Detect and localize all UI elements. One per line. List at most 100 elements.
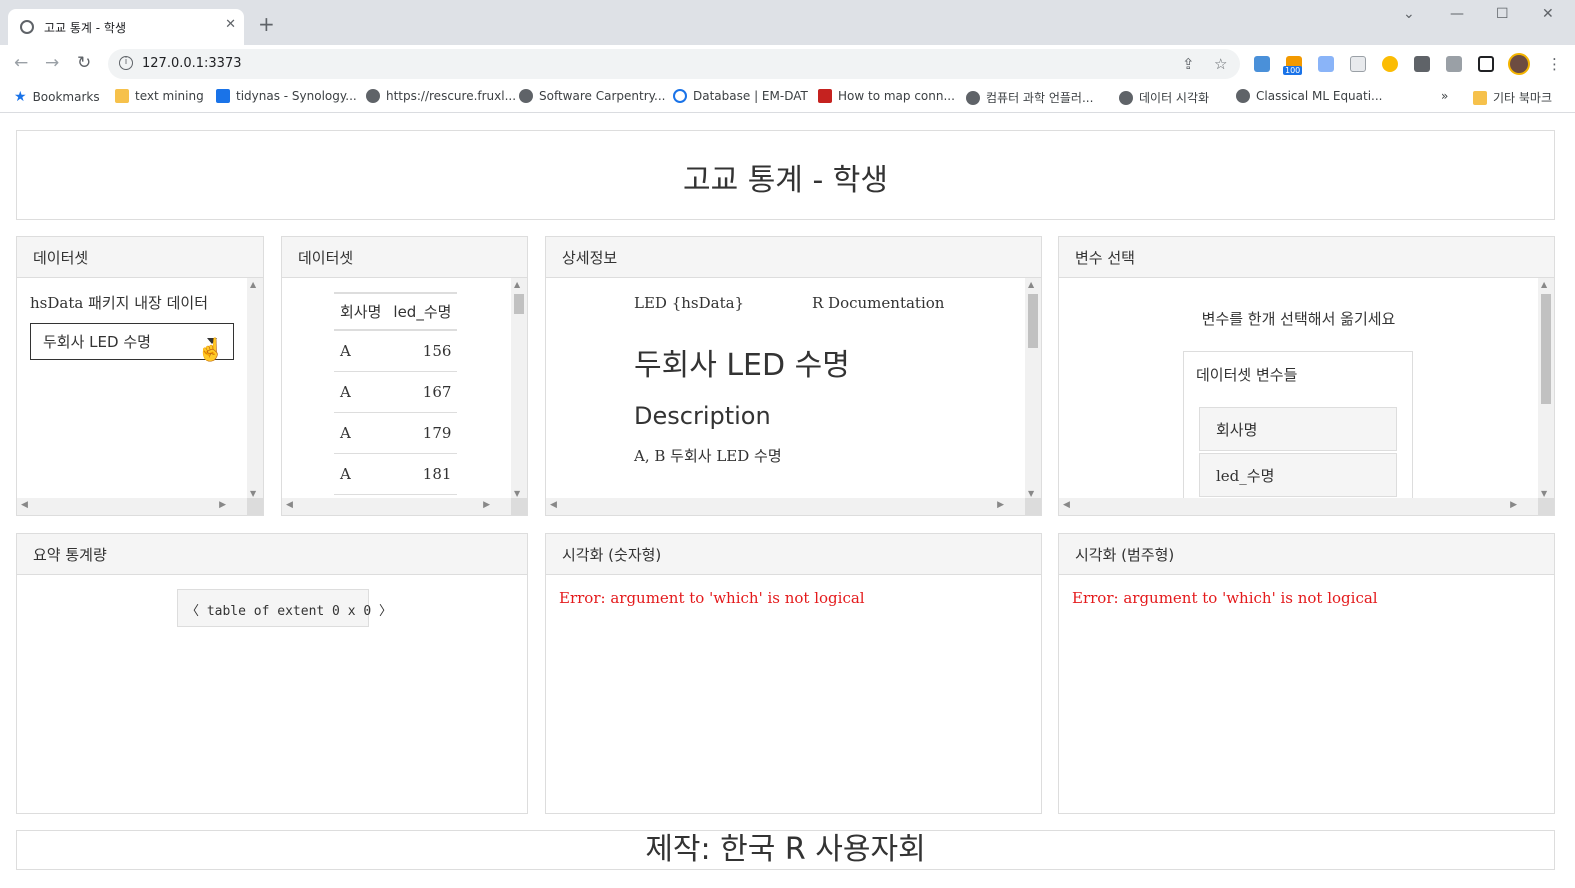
scroll-left-icon[interactable]: ◀ (286, 500, 293, 510)
scroll-left-icon[interactable]: ◀ (550, 500, 557, 510)
reading-list-icon[interactable] (1446, 56, 1462, 72)
vertical-scrollbar[interactable]: ▲ ▼ (1025, 278, 1041, 500)
tab-close-icon[interactable]: ✕ (225, 17, 236, 32)
url-bar[interactable]: i 127.0.0.1:3373 ⇪ ☆ (108, 49, 1240, 79)
tab-search-icon[interactable]: ⌄ (1403, 6, 1415, 22)
other-bookmarks[interactable]: 기타 북마크 (1473, 89, 1552, 106)
dataset-select-value: 두회사 LED 수명 (43, 333, 151, 351)
footer-text: 제작: 한국 R 사용자회 (645, 832, 926, 867)
globe-icon (519, 89, 533, 103)
panel-body: 〈 table of extent 0 x 0 〉 (17, 575, 527, 813)
vertical-scrollbar[interactable]: ▲ ▼ (247, 278, 263, 500)
scrollbar-thumb[interactable] (1028, 294, 1038, 348)
variable-item[interactable]: 회사명 (1199, 407, 1397, 451)
scroll-up-icon[interactable]: ▲ (514, 280, 520, 289)
summary-table-toggle[interactable]: 〈 table of extent 0 x 0 〉 (177, 589, 392, 627)
table-cell: A (334, 330, 388, 372)
doc-topic: LED {hsData} (634, 294, 745, 312)
bookmark-item[interactable]: text mining (115, 89, 204, 103)
summary-panel: 요약 통계량 〈 table of extent 0 x 0 〉 (16, 533, 528, 814)
dataset-label: hsData 패키지 내장 데이터 (30, 294, 209, 312)
reload-button[interactable]: ↻ (77, 53, 91, 73)
bookmark-item[interactable]: ★ Bookmarks (14, 89, 100, 105)
hand-cursor-icon: ☝ (197, 338, 225, 363)
footer-panel: 제작: 한국 R 사용자회 (16, 830, 1555, 870)
error-message: Error: argument to 'which' is not logica… (1072, 589, 1378, 607)
side-panel-icon[interactable] (1478, 56, 1494, 72)
bookmark-item[interactable]: Database | EM-DAT (673, 89, 808, 103)
scrollbar-thumb[interactable] (514, 294, 524, 314)
scroll-down-icon[interactable]: ▼ (514, 489, 520, 498)
bookmark-item[interactable]: Software Carpentry... (519, 89, 665, 103)
bookmarks-overflow-button[interactable]: » (1441, 89, 1448, 103)
extension-icon[interactable] (1382, 56, 1398, 72)
column-header[interactable]: led_수명 (387, 292, 458, 331)
scroll-up-icon[interactable]: ▲ (250, 280, 256, 289)
scroll-corner (247, 498, 263, 515)
extension-icon[interactable] (1254, 56, 1270, 72)
doc-source: R Documentation (812, 294, 945, 312)
scroll-right-icon[interactable]: ▶ (219, 500, 226, 510)
document-extension-icon[interactable] (1350, 56, 1366, 72)
bookmark-item[interactable]: https://rescure.fruxl... (366, 89, 516, 103)
maximize-button[interactable]: ☐ (1496, 6, 1509, 22)
doc-description: A, B 두회사 LED 수명 (634, 447, 782, 465)
bookmark-item[interactable]: tidynas - Synology... (216, 89, 357, 103)
vertical-scrollbar[interactable]: ▲ ▼ (511, 278, 527, 500)
extension-badge: 100 (1283, 66, 1303, 75)
scroll-left-icon[interactable]: ◀ (1063, 500, 1070, 510)
scroll-up-icon[interactable]: ▲ (1541, 280, 1547, 289)
bookmark-item[interactable]: 데이터 시각화 (1119, 89, 1209, 106)
close-window-button[interactable]: ✕ (1542, 6, 1554, 22)
numeric-viz-panel: 시각화 (숫자형) Error: argument to 'which' is … (545, 533, 1042, 814)
bookmark-star-icon[interactable]: ☆ (1214, 55, 1227, 73)
scroll-right-icon[interactable]: ▶ (1510, 500, 1517, 510)
table-cell: A (334, 371, 388, 413)
scroll-right-icon[interactable]: ▶ (997, 500, 1004, 510)
globe-icon (366, 89, 380, 103)
bookmark-item[interactable]: How to map conn... (818, 89, 955, 103)
url-text[interactable]: 127.0.0.1:3373 (142, 56, 242, 71)
scroll-down-icon[interactable]: ▼ (1541, 489, 1547, 498)
variable-panel: 변수 선택 변수를 한개 선택해서 옮기세요 데이터셋 변수들 회사명 led_… (1058, 236, 1555, 516)
table-row: A 181 (334, 453, 458, 495)
satellite-extension-icon[interactable] (1318, 56, 1334, 72)
avatar[interactable] (1508, 53, 1530, 75)
panel-body: 변수를 한개 선택해서 옮기세요 데이터셋 변수들 회사명 led_수명 ▲ ▼… (1059, 278, 1554, 515)
horizontal-scrollbar[interactable]: ◀ ▶ (17, 498, 248, 515)
panel-body: Error: argument to 'which' is not logica… (1059, 575, 1554, 813)
error-message: Error: argument to 'which' is not logica… (559, 589, 865, 607)
column-header[interactable]: 회사명 (334, 292, 388, 331)
variable-item[interactable]: led_수명 (1199, 453, 1397, 497)
horizontal-scrollbar[interactable]: ◀ ▶ (282, 498, 512, 515)
error-text: argument to 'which' is not logical (1123, 589, 1378, 607)
scrollbar-thumb[interactable] (1541, 294, 1551, 404)
vertical-scrollbar[interactable]: ▲ ▼ (1538, 278, 1554, 500)
info-icon[interactable]: i (119, 56, 133, 70)
kebab-menu-icon[interactable]: ⋮ (1547, 55, 1562, 73)
horizontal-scrollbar[interactable]: ◀ ▶ (1059, 498, 1539, 515)
scroll-left-icon[interactable]: ◀ (21, 500, 28, 510)
share-icon[interactable]: ⇪ (1182, 55, 1195, 73)
bookmark-item[interactable]: 컴퓨터 과학 언플러... (966, 89, 1093, 106)
scroll-down-icon[interactable]: ▼ (1028, 489, 1034, 498)
scroll-right-icon[interactable]: ▶ (483, 500, 490, 510)
table-cell: A (334, 453, 388, 495)
title-panel: 고교 통계 - 학생 (16, 130, 1555, 220)
panel-header: 데이터셋 (282, 237, 527, 278)
scroll-up-icon[interactable]: ▲ (1028, 280, 1034, 289)
back-button[interactable]: ← (14, 53, 28, 73)
panel-body: LED {hsData} R Documentation 두회사 LED 수명 … (546, 278, 1041, 515)
puzzle-icon[interactable] (1414, 56, 1430, 72)
browser-tab[interactable]: 고교 통계 - 학생 ✕ (8, 9, 244, 45)
bookmark-item[interactable]: Classical ML Equati... (1236, 89, 1383, 103)
new-tab-button[interactable]: + (258, 14, 275, 34)
doc-section-heading: Description (634, 402, 771, 430)
globe-icon (1119, 91, 1133, 105)
minimize-button[interactable]: — (1450, 6, 1464, 22)
horizontal-scrollbar[interactable]: ◀ ▶ (546, 498, 1026, 515)
page-title: 고교 통계 - 학생 (682, 163, 889, 198)
forward-button[interactable]: → (45, 53, 59, 73)
scroll-down-icon[interactable]: ▼ (250, 489, 256, 498)
panel-body: 회사명 led_수명 A 156 A 167 A 179 A 181 ▲ ▼ ◀… (282, 278, 527, 515)
